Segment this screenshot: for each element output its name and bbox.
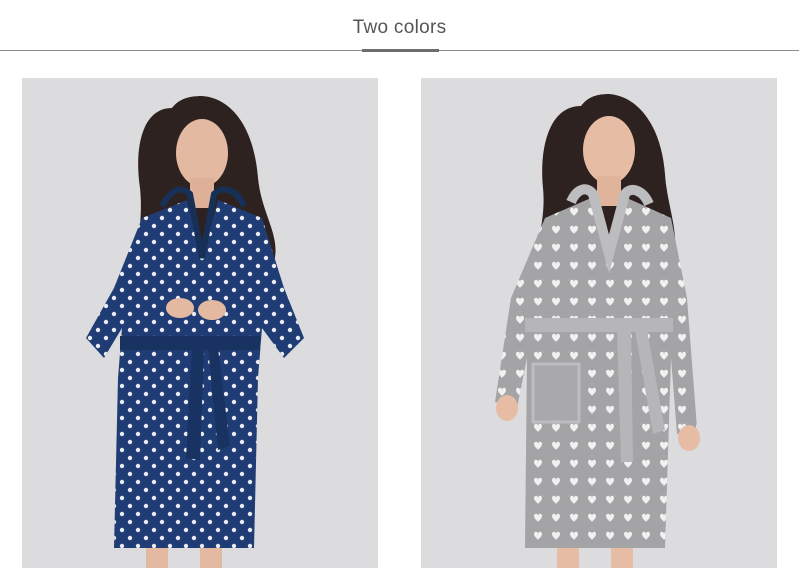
model-gray-robe-illustration [421, 78, 777, 568]
product-photo-gray[interactable] [421, 78, 777, 568]
divider-accent [362, 49, 439, 52]
model-navy-robe-illustration [22, 78, 378, 568]
section-title: Two colors [352, 17, 447, 38]
product-photo-navy[interactable] [22, 78, 378, 568]
page-header: Two colors [0, 0, 799, 56]
